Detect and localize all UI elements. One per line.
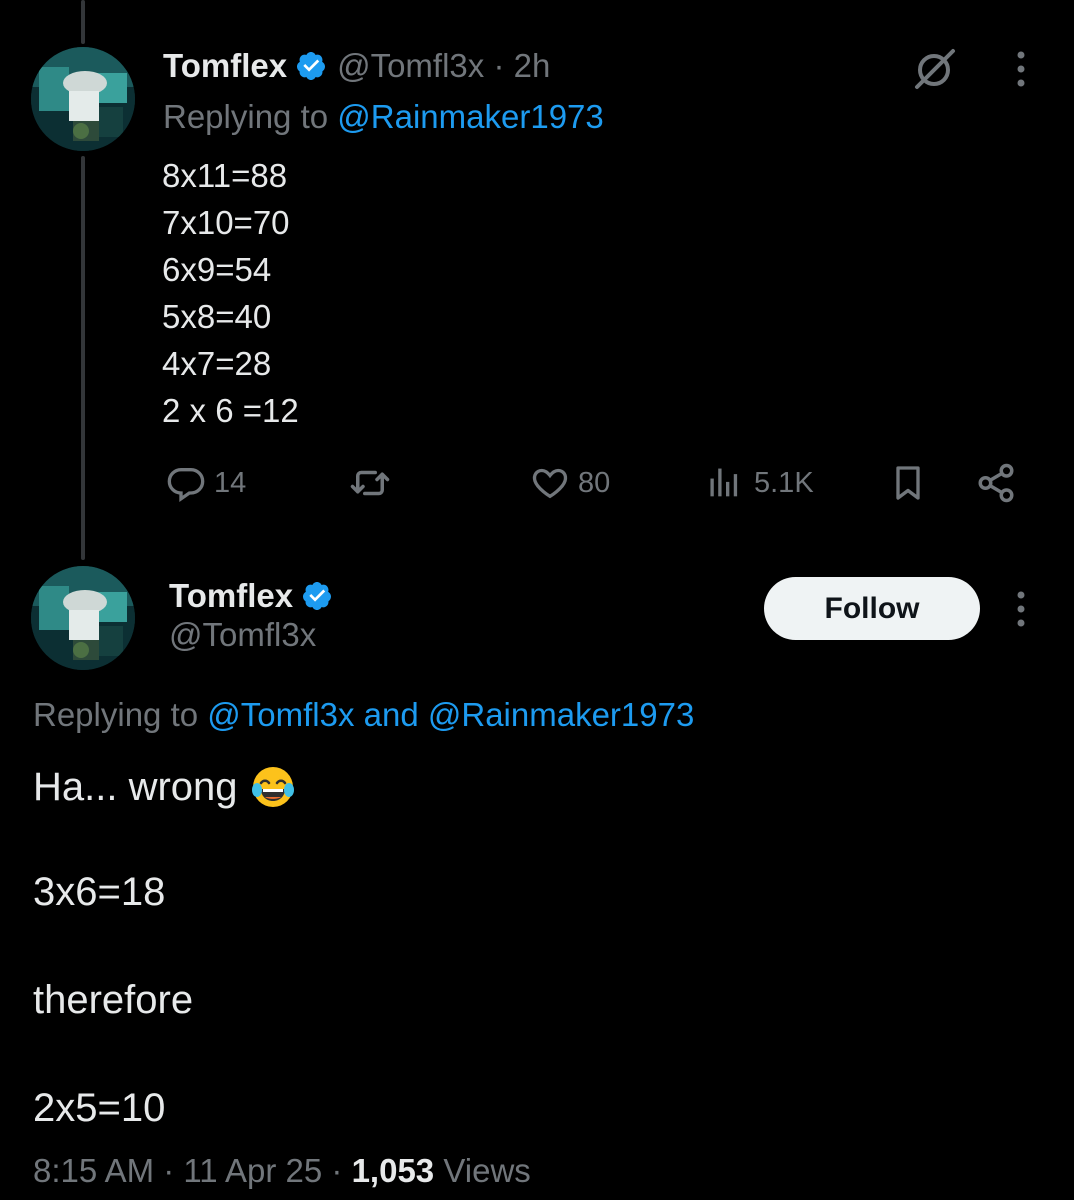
reply-count: 14 — [214, 466, 247, 499]
reply-button[interactable]: 14 — [166, 460, 246, 506]
bookmark-button[interactable] — [888, 460, 928, 506]
author-name-row: Tomflex — [169, 574, 343, 618]
tweet-text-line: 7x10=70 — [162, 204, 290, 241]
replying-to: Replying to @Rainmaker1973 — [163, 98, 604, 136]
more-vertical-icon[interactable] — [1014, 49, 1028, 89]
thread-connector-top — [81, 0, 85, 44]
tweet-text-line: 5x8=40 — [162, 298, 272, 335]
tweet-text: 8x11=88 7x10=70 6x9=54 5x8=40 4x7=28 2 x… — [162, 152, 299, 434]
replying-to-link[interactable]: @Tomfl3x and @Rainmaker1973 — [207, 696, 694, 733]
replying-to-link[interactable]: @Rainmaker1973 — [337, 98, 603, 135]
author-handle[interactable]: @Tomfl3x — [169, 616, 316, 654]
tweet-header: Tomflex @Tomfl3x · 2h — [163, 44, 550, 88]
share-icon — [978, 463, 1014, 503]
like-count: 80 — [578, 466, 611, 499]
author-name[interactable]: Tomflex — [169, 577, 293, 615]
retweet-icon — [350, 470, 390, 496]
replying-to-label: Replying to — [163, 98, 329, 135]
view-count: 5.1K — [754, 466, 814, 499]
share-button[interactable] — [975, 460, 1017, 506]
tweet-text-line: 4x7=28 — [162, 345, 272, 382]
verified-badge-icon — [295, 50, 327, 82]
views-icon — [710, 468, 738, 497]
separator: · — [493, 47, 505, 84]
tweet-thread: Tomflex @Tomfl3x · 2h Replying to @Rainm… — [0, 0, 1074, 1200]
grok-icon[interactable] — [909, 44, 959, 94]
tweet-text-line-3: therefore — [33, 978, 194, 1022]
bookmark-icon — [896, 466, 920, 500]
thread-connector — [81, 156, 85, 560]
tweet-time[interactable]: 2h — [514, 47, 551, 85]
tweet-text-line-2: 3x6=18 — [33, 870, 166, 914]
verified-badge-icon — [301, 580, 333, 612]
tweet-timestamp[interactable]: 8:15 AM · 11 Apr 25 · — [33, 1152, 342, 1189]
views-count: 1,053 — [351, 1152, 435, 1189]
more-vertical-icon[interactable] — [1014, 589, 1028, 629]
retweet-button[interactable] — [344, 460, 396, 506]
avatar[interactable] — [31, 47, 135, 151]
avatar[interactable] — [31, 566, 135, 670]
like-button[interactable]: 80 — [530, 460, 610, 506]
views-button[interactable]: 5.1K — [706, 460, 814, 506]
reply-icon — [167, 468, 205, 503]
tweet-text-line: 2 x 6 =12 — [162, 392, 299, 429]
author-handle[interactable]: @Tomfl3x — [337, 47, 484, 85]
replying-to-label: Replying to — [33, 696, 199, 733]
author-name[interactable]: Tomflex — [163, 47, 287, 85]
tweet-text-line: Ha... wrong — [33, 764, 296, 810]
tweet-text-line: 8x11=88 — [162, 157, 288, 194]
tweet-text-line-4: 2x5=10 — [33, 1086, 166, 1130]
tweet-text-line: 6x9=54 — [162, 251, 272, 288]
tweet-text-line-1: Ha... wrong — [33, 764, 238, 809]
tweet-meta: 8:15 AM · 11 Apr 25 · 1,053 Views — [33, 1152, 531, 1190]
replying-to: Replying to @Tomfl3x and @Rainmaker1973 — [33, 696, 694, 734]
views-label: Views — [443, 1152, 531, 1189]
face-with-tears-of-joy-emoji — [250, 764, 296, 810]
follow-button[interactable]: Follow — [764, 577, 980, 640]
heart-icon — [532, 468, 568, 499]
